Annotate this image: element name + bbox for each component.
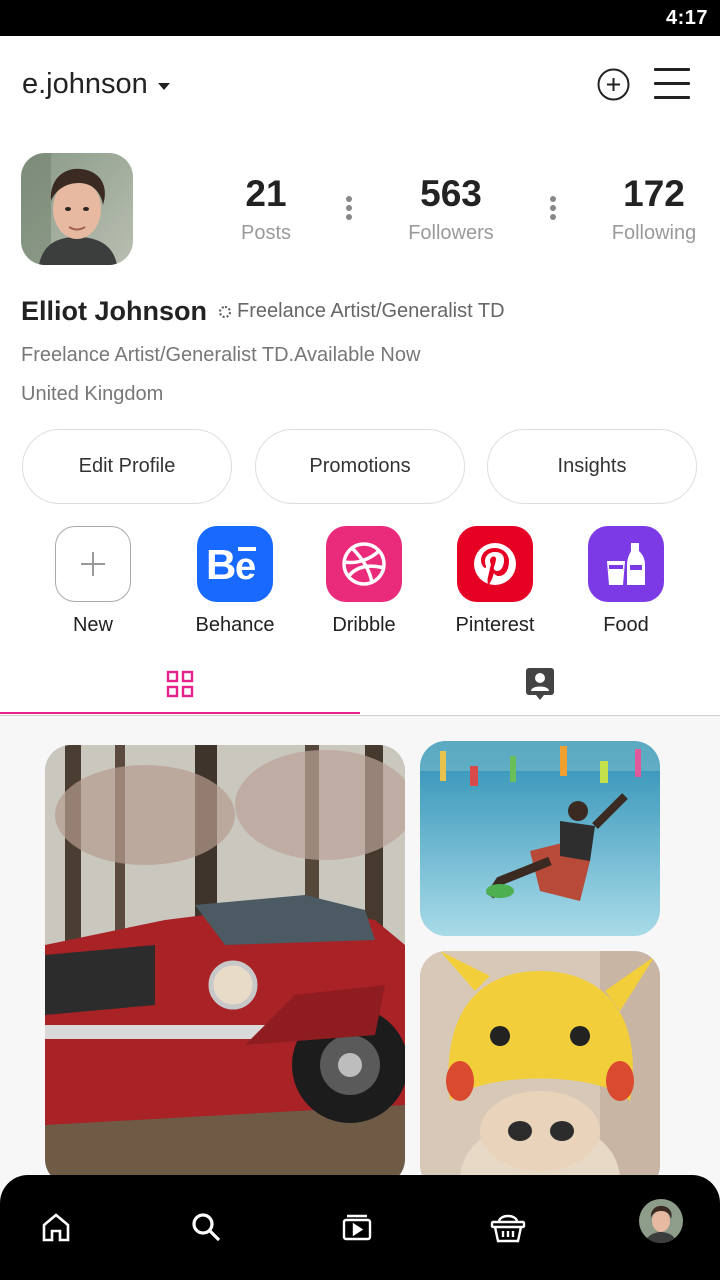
nav-reels[interactable] bbox=[335, 1205, 379, 1249]
plus-circle-icon bbox=[597, 68, 630, 101]
separator-dots-icon bbox=[346, 196, 352, 223]
highlight-dribble[interactable]: Dribble bbox=[309, 526, 419, 637]
stat-posts[interactable]: 21 Posts bbox=[225, 172, 307, 245]
separator-dots-icon bbox=[550, 196, 556, 223]
behance-icon: B e bbox=[197, 526, 273, 602]
pinterest-icon bbox=[457, 526, 533, 602]
profile-location: United Kingdom bbox=[21, 383, 164, 405]
highlight-behance[interactable]: B e Behance bbox=[180, 526, 290, 637]
posts-label: Posts bbox=[240, 222, 292, 244]
food-drink-icon bbox=[588, 526, 664, 602]
svg-text:e: e bbox=[235, 546, 256, 584]
plus-icon bbox=[55, 526, 131, 602]
following-count: 172 bbox=[623, 173, 685, 214]
post-red-car[interactable] bbox=[45, 745, 405, 1185]
post-cat[interactable] bbox=[420, 951, 660, 1191]
account-switcher[interactable]: e.johnson bbox=[22, 68, 170, 101]
posts-count: 21 bbox=[245, 173, 287, 214]
status-bar: 4:17 bbox=[0, 0, 720, 36]
nav-search[interactable] bbox=[184, 1205, 228, 1249]
loading-icon bbox=[219, 305, 231, 318]
insights-button[interactable]: Insights bbox=[487, 429, 697, 504]
tab-grid[interactable] bbox=[0, 652, 360, 715]
underwater-pool-photo bbox=[420, 741, 660, 936]
top-bar: e.johnson bbox=[0, 36, 720, 132]
followers-label: Followers bbox=[408, 222, 494, 244]
post-underwater[interactable] bbox=[420, 741, 660, 936]
dribbble-icon bbox=[326, 526, 402, 602]
shop-basket-icon bbox=[490, 1214, 526, 1243]
status-time: 4:17 bbox=[665, 7, 708, 29]
highlight-new[interactable]: New bbox=[38, 526, 148, 637]
active-tab-indicator bbox=[0, 712, 360, 714]
stat-followers[interactable]: 563 Followers bbox=[400, 172, 502, 245]
edit-profile-button[interactable]: Edit Profile bbox=[22, 429, 232, 504]
highlight-label: Pinterest bbox=[455, 614, 535, 636]
avatar-photo bbox=[21, 153, 133, 265]
nav-shop[interactable] bbox=[486, 1205, 530, 1249]
highlight-label: Food bbox=[603, 614, 649, 636]
nav-home[interactable] bbox=[34, 1205, 78, 1249]
highlight-label: Behance bbox=[195, 614, 275, 636]
caret-down-icon bbox=[157, 83, 170, 90]
tagged-person-icon bbox=[526, 667, 554, 700]
profile-bio: Freelance Artist/Generalist TD.Available… bbox=[21, 344, 421, 366]
profile-name-row: Elliot Johnson Freelance Artist/Generali… bbox=[21, 296, 505, 327]
tab-tagged[interactable] bbox=[360, 652, 720, 715]
search-icon bbox=[192, 1213, 221, 1242]
profile-avatar[interactable] bbox=[21, 153, 133, 265]
add-post-button[interactable] bbox=[597, 68, 630, 101]
hamburger-icon bbox=[654, 68, 690, 71]
profile-avatar bbox=[639, 1199, 683, 1243]
highlight-pinterest[interactable]: Pinterest bbox=[440, 526, 550, 637]
svg-text:B: B bbox=[206, 544, 236, 584]
grid-icon bbox=[166, 670, 194, 697]
red-classic-car-photo bbox=[45, 745, 405, 1185]
profile-tabs bbox=[0, 652, 720, 716]
following-label: Following bbox=[611, 222, 697, 244]
profile-full-name: Elliot Johnson bbox=[21, 296, 207, 326]
reels-icon bbox=[342, 1214, 372, 1241]
highlight-label: New bbox=[72, 614, 113, 636]
home-icon bbox=[42, 1213, 70, 1242]
username-label: e.johnson bbox=[22, 68, 148, 100]
menu-button[interactable] bbox=[654, 68, 690, 100]
cat-in-pikachu-hat-photo bbox=[420, 951, 660, 1191]
stat-following[interactable]: 172 Following bbox=[604, 172, 704, 245]
promotions-button[interactable]: Promotions bbox=[255, 429, 465, 504]
profile-category: Freelance Artist/Generalist TD bbox=[237, 300, 505, 322]
bottom-navigation bbox=[0, 1175, 720, 1280]
highlight-label: Dribble bbox=[332, 614, 396, 636]
highlight-food[interactable]: Food bbox=[571, 526, 681, 637]
followers-count: 563 bbox=[420, 173, 482, 214]
nav-profile[interactable] bbox=[639, 1199, 683, 1243]
